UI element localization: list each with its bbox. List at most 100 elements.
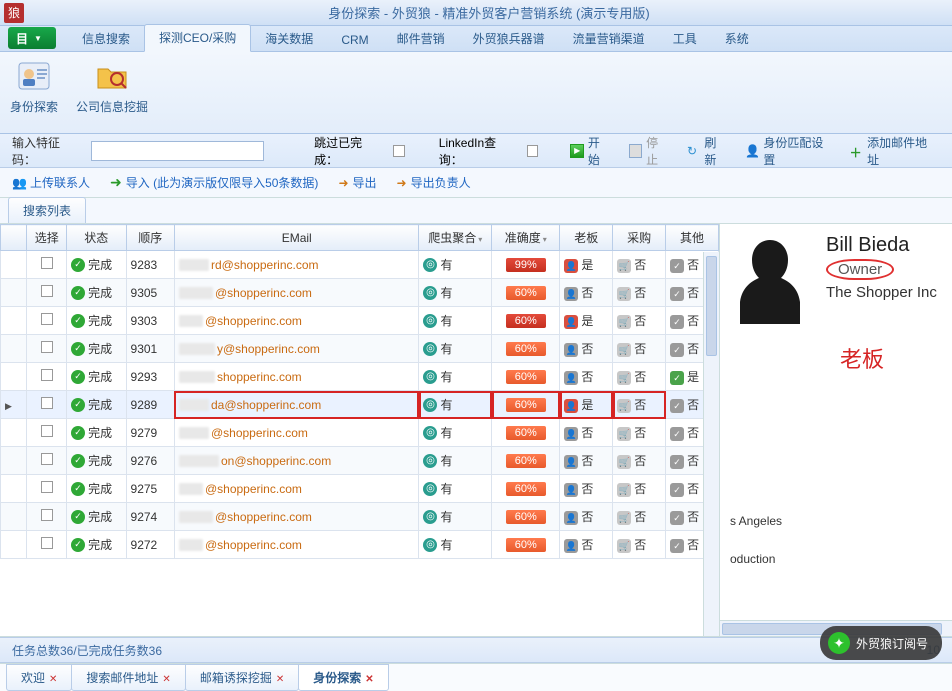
row-checkbox[interactable] [41, 369, 53, 381]
row-checkbox-cell[interactable] [27, 307, 67, 335]
row-checkbox[interactable] [41, 341, 53, 353]
chevron-down-icon: ▼ [34, 34, 42, 43]
check-icon: ✓ [670, 511, 684, 525]
row-checkbox-cell[interactable] [27, 475, 67, 503]
col-accuracy[interactable]: 准确度▾ [492, 225, 560, 251]
col-status[interactable]: 状态 [67, 225, 126, 251]
col-select[interactable]: 选择 [27, 225, 67, 251]
row-checkbox[interactable] [41, 537, 53, 549]
check-circle-icon: ✓ [71, 510, 85, 524]
row-checkbox-cell[interactable] [27, 503, 67, 531]
table-row[interactable]: ✓完成9283rd@shopperinc.com◎有99%👤是🛒否✓否 [1, 251, 719, 279]
subtab-search-list[interactable]: 搜索列表 [8, 197, 86, 223]
table-row[interactable]: ▶✓完成9289da@shopperinc.com◎有60%👤是🛒否✓否 [1, 391, 719, 419]
linkedin-checkbox[interactable] [527, 145, 539, 157]
skip-done-checkbox[interactable] [393, 145, 405, 157]
row-checkbox[interactable] [41, 481, 53, 493]
table-row[interactable]: ✓完成9303@shopperinc.com◎有60%👤是🛒否✓否 [1, 307, 719, 335]
col-buyer[interactable]: 采购 [613, 225, 666, 251]
ribbon-company-mining[interactable]: 公司信息挖掘 [76, 58, 148, 115]
scrollbar-thumb[interactable] [706, 256, 717, 356]
table-row[interactable]: ✓完成9272@shopperinc.com◎有60%👤否🛒否✓否 [1, 531, 719, 559]
cell-accuracy: 60% [492, 503, 560, 531]
tab-traffic[interactable]: 流量营销渠道 [559, 26, 659, 52]
refresh-button[interactable]: ↻刷新 [683, 132, 731, 170]
cell-status: ✓完成 [67, 251, 126, 279]
import-link[interactable]: ➜导入 (此为演示版仅限导入50条数据) [110, 174, 318, 191]
tab-arsenal[interactable]: 外贸狼兵器谱 [459, 26, 559, 52]
row-checkbox-cell[interactable] [27, 447, 67, 475]
table-row[interactable]: ✓完成9276on@shopperinc.com◎有60%👤否🛒否✓否 [1, 447, 719, 475]
close-icon[interactable]: ✕ [162, 674, 170, 685]
tab-crm[interactable]: CRM [327, 29, 382, 52]
upload-contacts-link[interactable]: 👥上传联系人 [12, 174, 90, 191]
btab-search-email[interactable]: 搜索邮件地址✕ [71, 664, 185, 691]
row-checkbox[interactable] [41, 285, 53, 297]
person-icon: 👤 [564, 427, 578, 441]
table-row[interactable]: ✓完成9293shopperinc.com◎有60%👤否🛒否✓是 [1, 363, 719, 391]
row-checkbox-cell[interactable] [27, 363, 67, 391]
ribbon-identity-explore[interactable]: 身份探索 [10, 58, 58, 115]
row-checkbox-cell[interactable] [27, 335, 67, 363]
check-circle-icon: ✓ [71, 286, 85, 300]
tab-info-search[interactable]: 信息搜索 [68, 26, 144, 52]
toolbar-primary: 输入特征码： 跳过已完成： LinkedIn查询： ▶开始 停止 ↻刷新 👤身份… [0, 134, 952, 168]
row-checkbox[interactable] [41, 257, 53, 269]
btab-mailbox-mining[interactable]: 邮箱诱探挖掘✕ [185, 664, 299, 691]
row-checkbox-cell[interactable] [27, 391, 67, 419]
person-icon: 👤 [564, 483, 578, 497]
row-checkbox-cell[interactable] [27, 531, 67, 559]
crawl-icon: ◎ [423, 510, 437, 524]
row-checkbox[interactable] [41, 425, 53, 437]
table-row[interactable]: ✓完成9274@shopperinc.com◎有60%👤否🛒否✓否 [1, 503, 719, 531]
start-button[interactable]: ▶开始 [566, 132, 614, 170]
table-row[interactable]: ✓完成9301y@shopperinc.com◎有60%👤否🛒否✓否 [1, 335, 719, 363]
table-row[interactable]: ✓完成9275@shopperinc.com◎有60%👤否🛒否✓否 [1, 475, 719, 503]
cell-accuracy: 99% [492, 251, 560, 279]
code-input[interactable] [91, 141, 264, 161]
cell-boss: 👤否 [560, 447, 613, 475]
row-checkbox-cell[interactable] [27, 251, 67, 279]
export-link[interactable]: ➜导出 [338, 174, 376, 191]
row-checkbox[interactable] [41, 509, 53, 521]
row-checkbox[interactable] [41, 397, 53, 409]
col-other[interactable]: 其他 [666, 225, 719, 251]
cart-icon: 🛒 [617, 483, 631, 497]
check-icon: ✓ [670, 315, 684, 329]
vertical-scrollbar[interactable] [703, 252, 719, 636]
btab-identity-explore[interactable]: 身份探索✕ [298, 664, 388, 691]
crawl-icon: ◎ [423, 398, 437, 412]
col-rowmark[interactable] [1, 225, 27, 251]
add-email-button[interactable]: ＋添加邮件地址 [846, 132, 940, 170]
tab-detect-ceo[interactable]: 探测CEO/采购 [144, 24, 251, 52]
tab-system[interactable]: 系统 [711, 26, 763, 52]
export-owner-link[interactable]: ➜导出负责人 [397, 174, 471, 191]
row-checkbox[interactable] [41, 453, 53, 465]
tab-email-marketing[interactable]: 邮件营销 [383, 26, 459, 52]
stop-button[interactable]: 停止 [625, 132, 673, 170]
row-checkbox[interactable] [41, 313, 53, 325]
col-crawl[interactable]: 爬虫聚合▾ [419, 225, 492, 251]
match-settings-button[interactable]: 👤身份匹配设置 [741, 132, 835, 170]
cell-buyer: 🛒否 [613, 475, 666, 503]
tab-tools[interactable]: 工具 [659, 26, 711, 52]
close-icon[interactable]: ✕ [276, 674, 284, 685]
col-email[interactable]: EMail [174, 225, 418, 251]
row-checkbox-cell[interactable] [27, 419, 67, 447]
file-menu-button[interactable]: 目 ▼ [8, 27, 56, 49]
contact-city-fragment: s Angeles [730, 514, 942, 528]
dropdown-icon: ▾ [543, 235, 547, 244]
col-boss[interactable]: 老板 [560, 225, 613, 251]
btab-welcome[interactable]: 欢迎✕ [6, 664, 72, 691]
close-icon[interactable]: ✕ [49, 674, 57, 685]
table-row[interactable]: ✓完成9279@shopperinc.com◎有60%👤否🛒否✓否 [1, 419, 719, 447]
table-row[interactable]: ✓完成9305@shopperinc.com◎有60%👤否🛒否✓否 [1, 279, 719, 307]
cell-email: @shopperinc.com [174, 419, 418, 447]
tab-customs[interactable]: 海关数据 [251, 26, 327, 52]
cell-accuracy: 60% [492, 475, 560, 503]
row-checkbox-cell[interactable] [27, 279, 67, 307]
col-order[interactable]: 顺序 [126, 225, 174, 251]
cell-buyer: 🛒否 [613, 251, 666, 279]
close-icon[interactable]: ✕ [365, 674, 373, 685]
row-marker [1, 251, 27, 279]
